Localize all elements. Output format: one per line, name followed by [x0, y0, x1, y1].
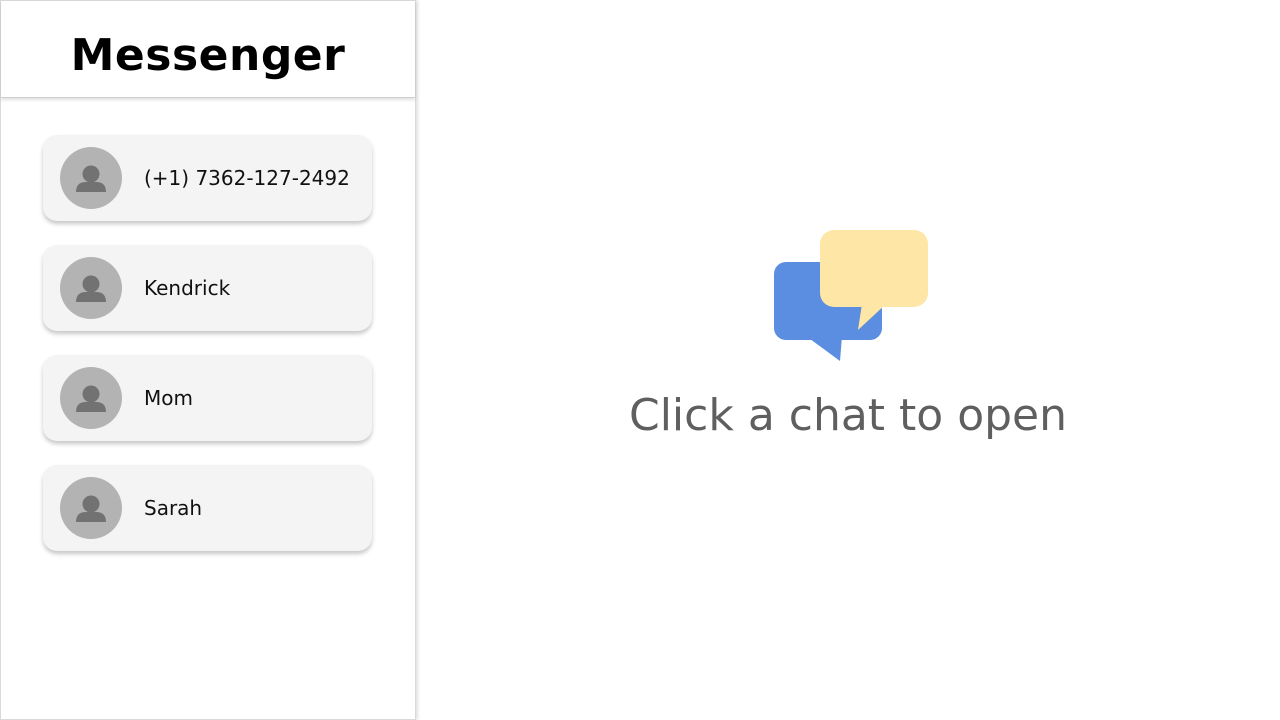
chat-list: (+1) 7362-127-2492 Kendrick Mom Sarah — [43, 135, 372, 575]
empty-state-text: Click a chat to open — [628, 390, 1068, 441]
person-icon — [76, 495, 106, 522]
messenger-app: Messenger (+1) 7362-127-2492 Kendrick Mo… — [0, 0, 1280, 720]
sidebar: Messenger (+1) 7362-127-2492 Kendrick Mo… — [0, 0, 416, 720]
chat-item[interactable]: Sarah — [43, 465, 372, 551]
main-panel: Click a chat to open — [416, 0, 1280, 720]
chat-item[interactable]: Mom — [43, 355, 372, 441]
chat-item[interactable]: (+1) 7362-127-2492 — [43, 135, 372, 221]
contact-name: Mom — [144, 386, 193, 410]
person-icon — [76, 165, 106, 192]
avatar — [60, 477, 122, 539]
contact-name: Sarah — [144, 496, 203, 520]
avatar — [60, 257, 122, 319]
avatar — [60, 367, 122, 429]
contact-name: Kendrick — [144, 276, 231, 300]
sidebar-header: Messenger — [1, 1, 415, 98]
chat-item[interactable]: Kendrick — [43, 245, 372, 331]
person-icon — [76, 385, 106, 412]
avatar — [60, 147, 122, 209]
chat-bubbles-icon — [774, 230, 928, 361]
person-icon — [76, 275, 106, 302]
contact-name: (+1) 7362-127-2492 — [144, 166, 350, 190]
app-title: Messenger — [70, 29, 346, 81]
